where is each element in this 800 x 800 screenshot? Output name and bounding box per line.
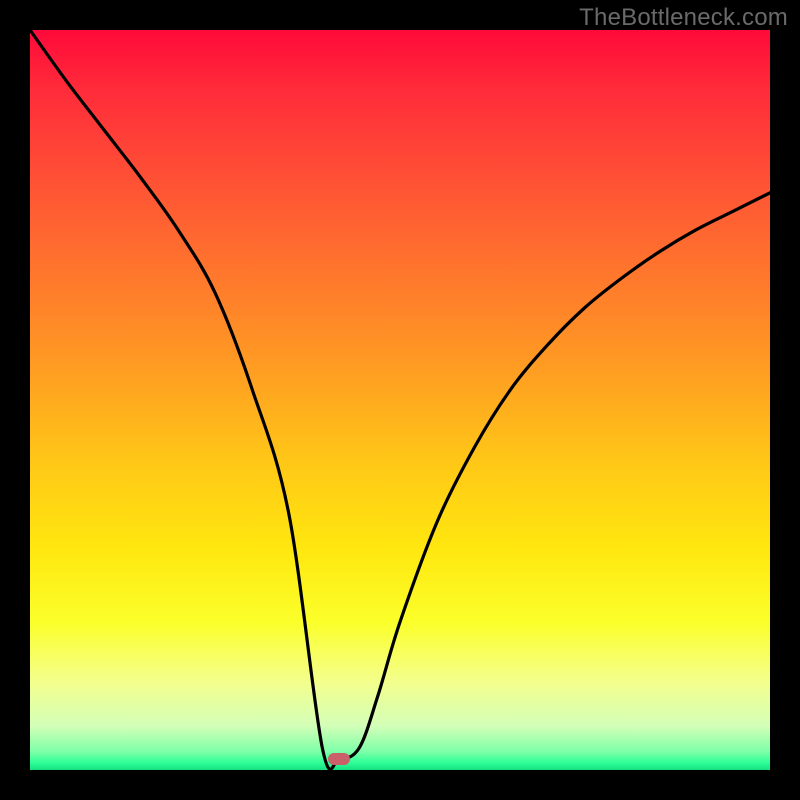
- watermark-label: TheBottleneck.com: [579, 4, 788, 32]
- plot-area: [30, 30, 770, 770]
- chart-frame: TheBottleneck.com: [0, 0, 800, 800]
- bottleneck-curve: [30, 30, 770, 770]
- optimum-marker: [328, 753, 350, 765]
